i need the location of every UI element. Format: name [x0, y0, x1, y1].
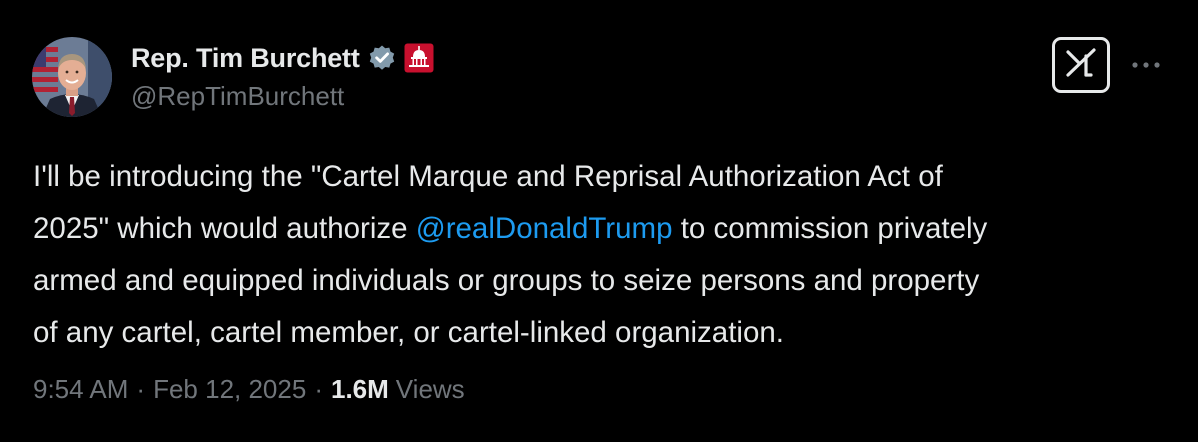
author-display-name[interactable]: Rep. Tim Burchett — [131, 43, 360, 74]
tweet-text: I'll be introducing the "Cartel Marque a… — [33, 151, 1173, 359]
tweet-text-line: 2025" which would authorize @realDonaldT… — [33, 203, 1173, 255]
grok-icon — [1064, 47, 1098, 84]
capitol-building-icon[interactable] — [404, 43, 434, 73]
separator-dot: · — [136, 374, 146, 404]
tweet-time[interactable]: 9:54 AM — [33, 374, 128, 405]
separator-dot: · — [314, 374, 323, 404]
grok-button[interactable] — [1052, 37, 1110, 93]
more-horizontal-icon — [1130, 56, 1162, 74]
verified-badge-icon[interactable] — [368, 44, 396, 72]
mention-link[interactable]: @realDonaldTrump — [416, 212, 673, 245]
views-label[interactable]: Views — [396, 374, 465, 405]
tweet-card: Rep. Tim Burchett @RepTimBurchett I'll b… — [0, 0, 1198, 442]
tweet-text-segment: to commission privately — [672, 212, 988, 245]
author-name-row: Rep. Tim Burchett — [131, 40, 434, 76]
tweet-text-line: of any cartel, cartel member, or cartel-… — [33, 316, 784, 349]
more-options-button[interactable] — [1128, 51, 1164, 79]
views-count[interactable]: 1.6M — [331, 374, 389, 405]
tweet-metadata: 9:54 AM · Feb 12, 2025 · 1.6M Views — [33, 374, 465, 405]
tweet-text-line: I'll be introducing the "Cartel Marque a… — [33, 160, 943, 193]
author-handle[interactable]: @RepTimBurchett — [131, 81, 344, 112]
tweet-text-segment: 2025" which would authorize — [33, 212, 416, 245]
avatar[interactable] — [32, 37, 112, 117]
tweet-date[interactable]: Feb 12, 2025 — [153, 374, 306, 405]
tweet-text-line: armed and equipped individuals or groups… — [33, 264, 980, 297]
